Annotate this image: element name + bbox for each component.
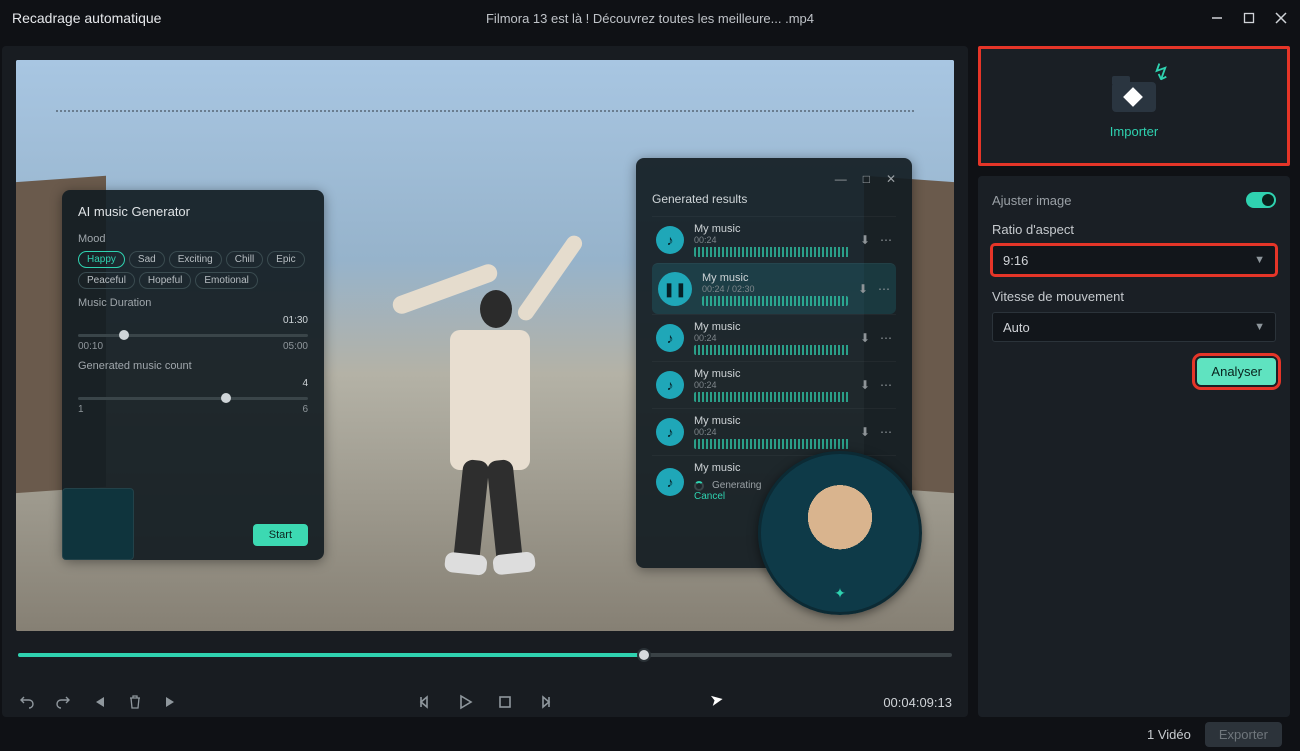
ai-music-generator-panel: AI music Generator Mood Happy Sad Exciti… bbox=[62, 190, 324, 560]
duration-slider[interactable] bbox=[78, 334, 308, 337]
panel-close-icon[interactable]: ✕ bbox=[886, 172, 896, 186]
timecode: 00:04:09:13 bbox=[883, 695, 952, 710]
more-icon[interactable]: ⋯ bbox=[880, 425, 892, 439]
track-name: My music bbox=[694, 368, 850, 380]
maximize-button[interactable] bbox=[1242, 11, 1256, 25]
chevron-down-icon: ▼ bbox=[1254, 254, 1265, 266]
step-back-icon[interactable] bbox=[416, 693, 434, 711]
color-swatch bbox=[62, 488, 134, 560]
results-title: Generated results bbox=[652, 192, 896, 206]
prev-clip-icon[interactable] bbox=[90, 693, 108, 711]
duration-max: 05:00 bbox=[283, 341, 308, 352]
music-note-icon: ♪ bbox=[656, 324, 684, 352]
download-icon[interactable]: ⬇ bbox=[860, 233, 870, 247]
mood-chip[interactable]: Epic bbox=[267, 251, 304, 268]
count-value: 4 bbox=[78, 378, 308, 389]
analyse-button[interactable]: Analyser bbox=[1197, 358, 1276, 385]
stop-icon[interactable] bbox=[496, 693, 514, 711]
step-forward-icon[interactable] bbox=[536, 693, 554, 711]
window-title: Recadrage automatique bbox=[12, 10, 161, 26]
count-slider[interactable] bbox=[78, 397, 308, 400]
track-row[interactable]: ♪ My music00:24 ⬇ ⋯ bbox=[652, 361, 896, 408]
track-name: My music bbox=[694, 321, 850, 333]
adjust-image-label: Ajuster image bbox=[992, 193, 1071, 208]
track-row[interactable]: ❚❚ My music00:24 / 02:30 ⬇ ⋯ bbox=[652, 263, 896, 314]
download-icon[interactable]: ⬇ bbox=[860, 425, 870, 439]
aspect-ratio-value: 9:16 bbox=[1003, 253, 1028, 268]
aspect-ratio-label: Ratio d'aspect bbox=[992, 222, 1276, 237]
track-row[interactable]: ♪ My music00:24 ⬇ ⋯ bbox=[652, 314, 896, 361]
export-button[interactable]: Exporter bbox=[1205, 722, 1282, 747]
play-icon[interactable] bbox=[456, 693, 474, 711]
presenter-avatar: ✦ bbox=[758, 451, 922, 615]
minimize-button[interactable] bbox=[1210, 11, 1224, 25]
video-subject bbox=[410, 210, 570, 580]
file-title: Filmora 13 est là ! Découvrez toutes les… bbox=[0, 11, 1300, 26]
mood-chip[interactable]: Chill bbox=[226, 251, 263, 268]
track-time: 00:24 bbox=[694, 380, 850, 390]
more-icon[interactable]: ⋯ bbox=[880, 378, 892, 392]
filmora-logo-icon: ✦ bbox=[827, 580, 853, 606]
download-icon[interactable]: ⬇ bbox=[860, 331, 870, 345]
delete-icon[interactable] bbox=[126, 693, 144, 711]
count-label: Generated music count bbox=[78, 360, 308, 372]
panel-title: AI music Generator bbox=[78, 204, 308, 219]
music-note-icon: ♪ bbox=[656, 418, 684, 446]
download-icon[interactable]: ⬇ bbox=[858, 282, 868, 296]
motion-speed-value: Auto bbox=[1003, 320, 1030, 335]
track-time: 00:24 bbox=[694, 333, 850, 343]
duration-label: Music Duration bbox=[78, 297, 308, 309]
track-time: 00:24 / 02:30 bbox=[702, 284, 848, 294]
more-icon[interactable]: ⋯ bbox=[880, 233, 892, 247]
duration-min: 00:10 bbox=[78, 341, 103, 352]
mood-chip[interactable]: Peaceful bbox=[78, 272, 135, 289]
track-name: My music bbox=[694, 223, 850, 235]
mood-chip[interactable]: Sad bbox=[129, 251, 165, 268]
download-icon[interactable]: ⬇ bbox=[860, 378, 870, 392]
track-name: My music bbox=[694, 415, 850, 427]
count-min: 1 bbox=[78, 404, 84, 415]
mood-chip[interactable]: Emotional bbox=[195, 272, 257, 289]
track-name: My music bbox=[702, 272, 848, 284]
import-label: Importer bbox=[1110, 124, 1158, 139]
motion-speed-select[interactable]: Auto ▼ bbox=[992, 312, 1276, 342]
pause-icon[interactable]: ❚❚ bbox=[658, 272, 692, 306]
video-preview[interactable]: AI music Generator Mood Happy Sad Exciti… bbox=[16, 60, 954, 631]
duration-value: 01:30 bbox=[78, 315, 308, 326]
undo-icon[interactable] bbox=[18, 693, 36, 711]
mood-chip[interactable]: Happy bbox=[78, 251, 125, 268]
generating-label: Generating bbox=[712, 480, 761, 491]
music-note-icon: ♪ bbox=[656, 226, 684, 254]
close-button[interactable] bbox=[1274, 11, 1288, 25]
count-max: 6 bbox=[302, 404, 308, 415]
preview-panel: AI music Generator Mood Happy Sad Exciti… bbox=[2, 46, 968, 717]
next-clip-icon[interactable] bbox=[162, 693, 180, 711]
track-time: 00:24 bbox=[694, 235, 850, 245]
adjust-image-toggle[interactable] bbox=[1246, 192, 1276, 208]
mood-chip[interactable]: Hopeful bbox=[139, 272, 191, 289]
track-row[interactable]: ♪ My music00:24 ⬇ ⋯ bbox=[652, 216, 896, 263]
spinner-icon bbox=[694, 481, 704, 491]
more-icon[interactable]: ⋯ bbox=[880, 331, 892, 345]
track-row[interactable]: ♪ My music00:24 ⬇ ⋯ bbox=[652, 408, 896, 455]
timeline[interactable] bbox=[18, 645, 952, 665]
video-count: 1 Vidéo bbox=[1147, 727, 1191, 742]
settings-panel: Ajuster image Ratio d'aspect 9:16 ▼ Vite… bbox=[978, 176, 1290, 717]
aspect-ratio-select[interactable]: 9:16 ▼ bbox=[992, 245, 1276, 275]
redo-icon[interactable] bbox=[54, 693, 72, 711]
start-button[interactable]: Start bbox=[253, 524, 308, 546]
music-note-icon: ♪ bbox=[656, 468, 684, 496]
mood-label: Mood bbox=[78, 233, 308, 245]
chevron-down-icon: ▼ bbox=[1254, 321, 1265, 333]
panel-minimize-icon[interactable]: — bbox=[835, 172, 847, 186]
more-icon[interactable]: ⋯ bbox=[878, 282, 890, 296]
import-folder-icon: ↯ bbox=[1106, 74, 1162, 114]
import-button[interactable]: ↯ Importer bbox=[978, 46, 1290, 166]
mood-chip[interactable]: Exciting bbox=[169, 251, 222, 268]
panel-maximize-icon[interactable]: □ bbox=[863, 172, 870, 186]
track-time: 00:24 bbox=[694, 427, 850, 437]
motion-speed-label: Vitesse de mouvement bbox=[992, 289, 1276, 304]
music-note-icon: ♪ bbox=[656, 371, 684, 399]
